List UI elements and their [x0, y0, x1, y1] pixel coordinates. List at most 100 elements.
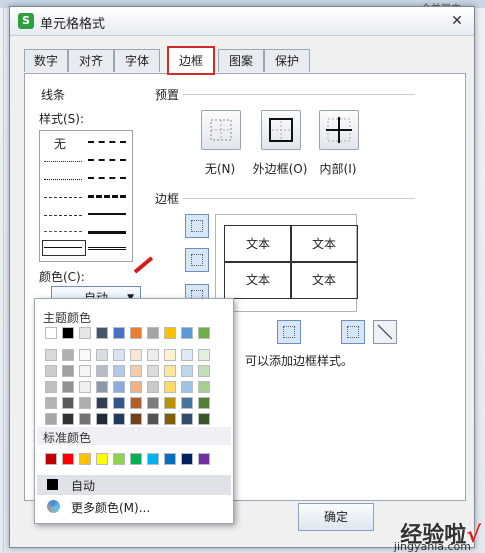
theme-color-swatch[interactable] — [147, 397, 159, 409]
border-diagonal-button[interactable] — [373, 320, 397, 344]
theme-color-swatch[interactable] — [45, 349, 57, 361]
standard-color-swatch[interactable] — [130, 453, 142, 465]
theme-color-swatch[interactable] — [181, 365, 193, 377]
standard-color-swatch[interactable] — [113, 453, 125, 465]
standard-color-swatch[interactable] — [181, 453, 193, 465]
theme-color-swatch[interactable] — [45, 327, 57, 339]
theme-color-swatch[interactable] — [79, 349, 91, 361]
theme-color-swatch[interactable] — [113, 349, 125, 361]
theme-color-swatch[interactable] — [62, 327, 74, 339]
theme-color-swatch[interactable] — [79, 413, 91, 425]
theme-color-swatch[interactable] — [198, 413, 210, 425]
theme-color-swatch[interactable] — [45, 413, 57, 425]
theme-color-swatch[interactable] — [45, 397, 57, 409]
theme-color-swatch[interactable] — [113, 413, 125, 425]
auto-color-item[interactable]: 自动 — [37, 475, 231, 495]
theme-color-swatch[interactable] — [113, 327, 125, 339]
theme-color-swatch[interactable] — [130, 381, 142, 393]
theme-color-swatch[interactable] — [96, 397, 108, 409]
theme-color-swatch[interactable] — [130, 397, 142, 409]
theme-color-swatch[interactable] — [147, 349, 159, 361]
line-style-medium[interactable] — [88, 213, 126, 215]
theme-color-swatch[interactable] — [130, 327, 142, 339]
theme-color-swatch[interactable] — [113, 397, 125, 409]
theme-color-swatch[interactable] — [79, 397, 91, 409]
theme-color-swatch[interactable] — [164, 327, 176, 339]
preset-outline-button[interactable] — [261, 110, 301, 150]
tab-alignment[interactable]: 对齐 — [68, 49, 114, 72]
theme-color-swatch[interactable] — [164, 397, 176, 409]
theme-color-swatch[interactable] — [147, 327, 159, 339]
theme-color-swatch[interactable] — [164, 365, 176, 377]
theme-color-swatch[interactable] — [198, 327, 210, 339]
theme-color-swatch[interactable] — [62, 397, 74, 409]
standard-color-swatch[interactable] — [79, 453, 91, 465]
line-style-thick[interactable] — [88, 231, 126, 234]
line-style-list[interactable]: 无 — [39, 130, 133, 262]
ok-button[interactable]: 确定 — [298, 503, 374, 531]
standard-color-swatch[interactable] — [164, 453, 176, 465]
theme-color-swatch[interactable] — [130, 413, 142, 425]
theme-color-swatch[interactable] — [147, 365, 159, 377]
standard-color-swatch[interactable] — [45, 453, 57, 465]
theme-color-swatch[interactable] — [130, 349, 142, 361]
line-style-dashdot[interactable] — [44, 215, 82, 216]
theme-color-swatch[interactable] — [45, 381, 57, 393]
theme-color-swatch[interactable] — [181, 381, 193, 393]
theme-color-swatch[interactable] — [96, 365, 108, 377]
theme-color-swatch[interactable] — [45, 365, 57, 377]
theme-color-swatch[interactable] — [113, 365, 125, 377]
theme-color-swatch[interactable] — [62, 381, 74, 393]
theme-color-swatch[interactable] — [198, 381, 210, 393]
line-style-medium-dashdotdot[interactable] — [88, 141, 126, 143]
line-style-none[interactable]: 无 — [54, 135, 66, 152]
theme-color-swatch[interactable] — [181, 413, 193, 425]
standard-color-swatch[interactable] — [198, 453, 210, 465]
theme-color-swatch[interactable] — [79, 365, 91, 377]
theme-color-swatch[interactable] — [181, 349, 193, 361]
more-colors-item[interactable]: 更多颜色(M)... — [37, 497, 231, 517]
line-style-dotted[interactable] — [44, 179, 82, 180]
theme-color-swatch[interactable] — [62, 413, 74, 425]
preset-inside-button[interactable] — [319, 110, 359, 150]
tab-font[interactable]: 字体 — [114, 49, 160, 72]
tab-number[interactable]: 数字 — [24, 49, 68, 72]
theme-color-swatch[interactable] — [62, 365, 74, 377]
theme-color-swatch[interactable] — [164, 349, 176, 361]
theme-color-swatch[interactable] — [96, 349, 108, 361]
theme-color-swatch[interactable] — [147, 413, 159, 425]
theme-color-swatch[interactable] — [130, 365, 142, 377]
theme-color-swatch[interactable] — [96, 413, 108, 425]
tab-border[interactable]: 边框 — [167, 46, 215, 75]
theme-color-swatch[interactable] — [62, 349, 74, 361]
line-style-slant[interactable] — [88, 159, 126, 161]
theme-color-swatch[interactable] — [96, 381, 108, 393]
line-style-double[interactable] — [88, 247, 126, 250]
tab-pattern[interactable]: 图案 — [218, 49, 264, 72]
theme-color-swatch[interactable] — [113, 381, 125, 393]
theme-color-swatch[interactable] — [198, 397, 210, 409]
theme-color-swatch[interactable] — [96, 327, 108, 339]
line-style-dashed[interactable] — [44, 231, 82, 232]
line-style-medium-dashed[interactable] — [88, 195, 126, 198]
theme-color-swatch[interactable] — [79, 381, 91, 393]
standard-color-swatch[interactable] — [96, 453, 108, 465]
border-top-button[interactable] — [185, 214, 209, 238]
standard-color-swatch[interactable] — [147, 453, 159, 465]
theme-color-swatch[interactable] — [198, 365, 210, 377]
theme-color-swatch[interactable] — [181, 397, 193, 409]
line-style-medium-dashdot[interactable] — [88, 177, 126, 179]
theme-color-swatch[interactable] — [198, 349, 210, 361]
theme-color-swatch[interactable] — [147, 381, 159, 393]
preset-none-button[interactable] — [201, 110, 241, 150]
theme-color-swatch[interactable] — [164, 413, 176, 425]
theme-color-swatch[interactable] — [79, 327, 91, 339]
tab-protection[interactable]: 保护 — [264, 49, 310, 72]
line-style-dashdotdot[interactable] — [44, 197, 82, 198]
theme-color-swatch[interactable] — [181, 327, 193, 339]
theme-color-swatch[interactable] — [164, 381, 176, 393]
line-style-hair[interactable] — [44, 161, 82, 162]
border-middle-horizontal-button[interactable] — [185, 248, 209, 272]
border-vertical-center-button[interactable] — [277, 320, 301, 344]
border-preview[interactable]: 文本 文本 文本 文本 — [215, 214, 358, 312]
